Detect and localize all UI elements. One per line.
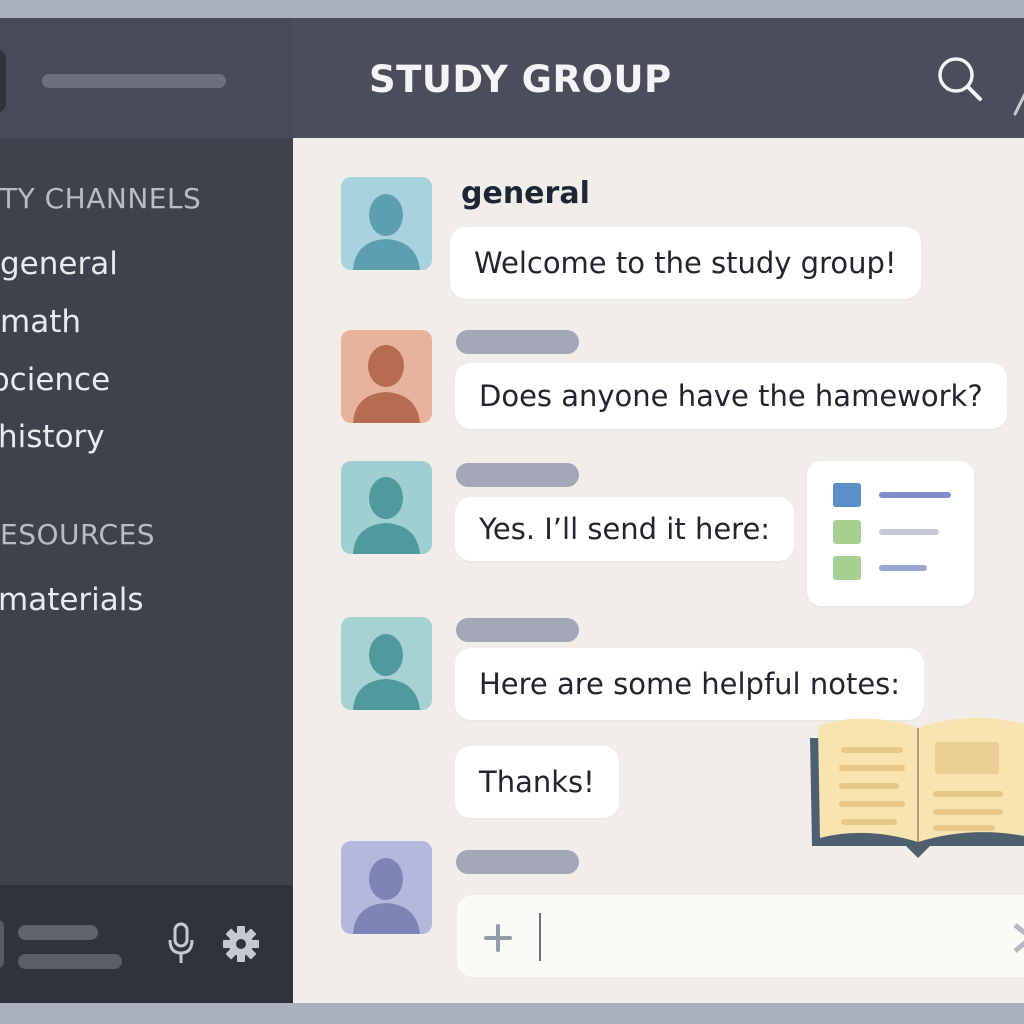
- category-channels-label: TY CHANNELS: [0, 182, 202, 215]
- avatar[interactable]: [341, 617, 432, 710]
- chat-panel: STUDY GROUP general Welcome to the study…: [293, 18, 1024, 1003]
- server-icon-button[interactable]: [0, 49, 6, 113]
- user-status-placeholder: [18, 954, 122, 969]
- message-composer: [457, 895, 1024, 977]
- channel-item-materials[interactable]: materials: [0, 582, 144, 618]
- plus-icon[interactable]: [479, 919, 517, 957]
- header-extra-icon[interactable]: [1011, 80, 1024, 120]
- channel-list: TY CHANNELS general math bcience history…: [0, 138, 293, 885]
- username-placeholder: [18, 925, 98, 940]
- gear-icon[interactable]: [220, 923, 262, 965]
- page-title: STUDY GROUP: [369, 58, 672, 101]
- send-icon[interactable]: [1013, 921, 1024, 955]
- check-square-icon: [833, 520, 861, 544]
- message-input[interactable]: [537, 917, 1001, 957]
- check-square-icon: [833, 556, 861, 580]
- user-panel: [0, 885, 293, 1003]
- doc-line: [879, 565, 927, 571]
- avatar[interactable]: [341, 177, 432, 270]
- microphone-icon[interactable]: [164, 921, 198, 965]
- channel-author-label: general: [461, 176, 590, 211]
- channel-item-math[interactable]: math: [0, 304, 81, 340]
- avatar[interactable]: [341, 841, 432, 934]
- server-name-placeholder: [42, 74, 226, 88]
- message-bubble: Thanks!: [455, 746, 619, 818]
- doc-line: [879, 492, 951, 498]
- channel-item-science[interactable]: bcience: [0, 362, 110, 398]
- avatar[interactable]: [341, 461, 432, 554]
- avatar[interactable]: [341, 330, 432, 423]
- document-card-icon[interactable]: [807, 461, 974, 606]
- channel-item-general[interactable]: general: [0, 246, 118, 282]
- app-window: TY CHANNELS general math bcience history…: [0, 18, 1024, 1003]
- message-bubble: Does anyone have the hamework?: [455, 363, 1007, 429]
- user-avatar[interactable]: [0, 920, 4, 968]
- channel-sidebar: TY CHANNELS general math bcience history…: [0, 18, 293, 1003]
- file-square-icon: [833, 483, 861, 507]
- username-placeholder: [456, 463, 579, 487]
- sidebar-header: [0, 18, 293, 138]
- search-icon[interactable]: [935, 54, 985, 104]
- chat-header: STUDY GROUP: [293, 18, 1024, 138]
- category-resources-label: ESOURCES: [0, 518, 156, 551]
- message-bubble: Yes. I’ll send it here:: [455, 497, 795, 561]
- message-bubble: Welcome to the study group!: [450, 227, 921, 299]
- username-placeholder: [456, 850, 579, 874]
- channel-item-history[interactable]: history: [0, 419, 105, 455]
- username-placeholder: [456, 330, 579, 354]
- open-book-icon[interactable]: [810, 706, 1024, 866]
- username-placeholder: [456, 618, 579, 642]
- doc-line: [879, 529, 939, 535]
